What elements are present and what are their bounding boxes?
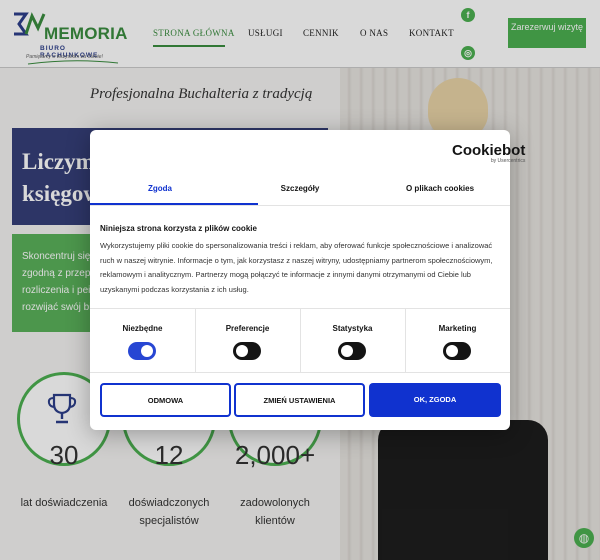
tab-consent[interactable]: Zgoda (90, 184, 230, 193)
cookiebot-brand: Cookiebot (452, 142, 526, 159)
tabs-divider (90, 205, 510, 206)
deny-button[interactable]: ODMOWA (100, 383, 231, 417)
toggle-cell-statistics: Statystyka (300, 308, 405, 372)
toggle-label-statistics: Statystyka (332, 324, 373, 333)
toggles-bottom-divider (90, 372, 510, 373)
cookie-text: Wykorzystujemy pliki cookie do spersonal… (100, 241, 493, 294)
tab-about-cookies[interactable]: O plikach cookies (370, 184, 510, 193)
toggle-statistics[interactable] (338, 342, 366, 360)
toggle-knob (236, 345, 248, 357)
tab-details[interactable]: Szczegóły (230, 184, 370, 193)
toggle-necessary[interactable] (128, 342, 156, 360)
toggle-marketing[interactable] (443, 342, 471, 360)
toggle-label-marketing: Marketing (438, 324, 477, 333)
toggle-cell-necessary: Niezbędne (90, 308, 195, 372)
toggle-cell-preferences: Preferencje (195, 308, 300, 372)
active-tab-underline (90, 203, 258, 205)
toggle-label-preferences: Preferencje (225, 324, 270, 333)
cookie-consent-dialog: Cookiebot by Usercentrics Zgoda Szczegół… (90, 130, 525, 430)
toggle-preferences[interactable] (233, 342, 261, 360)
cookiebot-logo: Cookiebot by Usercentrics (452, 142, 525, 164)
toggle-label-necessary: Niezbędne (122, 324, 163, 333)
cookie-title: Niniejsza strona korzysta z plików cooki… (100, 224, 257, 233)
toggle-knob (141, 345, 153, 357)
accept-button[interactable]: OK, ZGODA (369, 383, 501, 417)
toggle-knob (341, 345, 353, 357)
customize-button[interactable]: ZMIEŃ USTAWIENIA (234, 383, 365, 417)
toggle-cell-marketing: Marketing (405, 308, 510, 372)
toggle-knob (446, 345, 458, 357)
